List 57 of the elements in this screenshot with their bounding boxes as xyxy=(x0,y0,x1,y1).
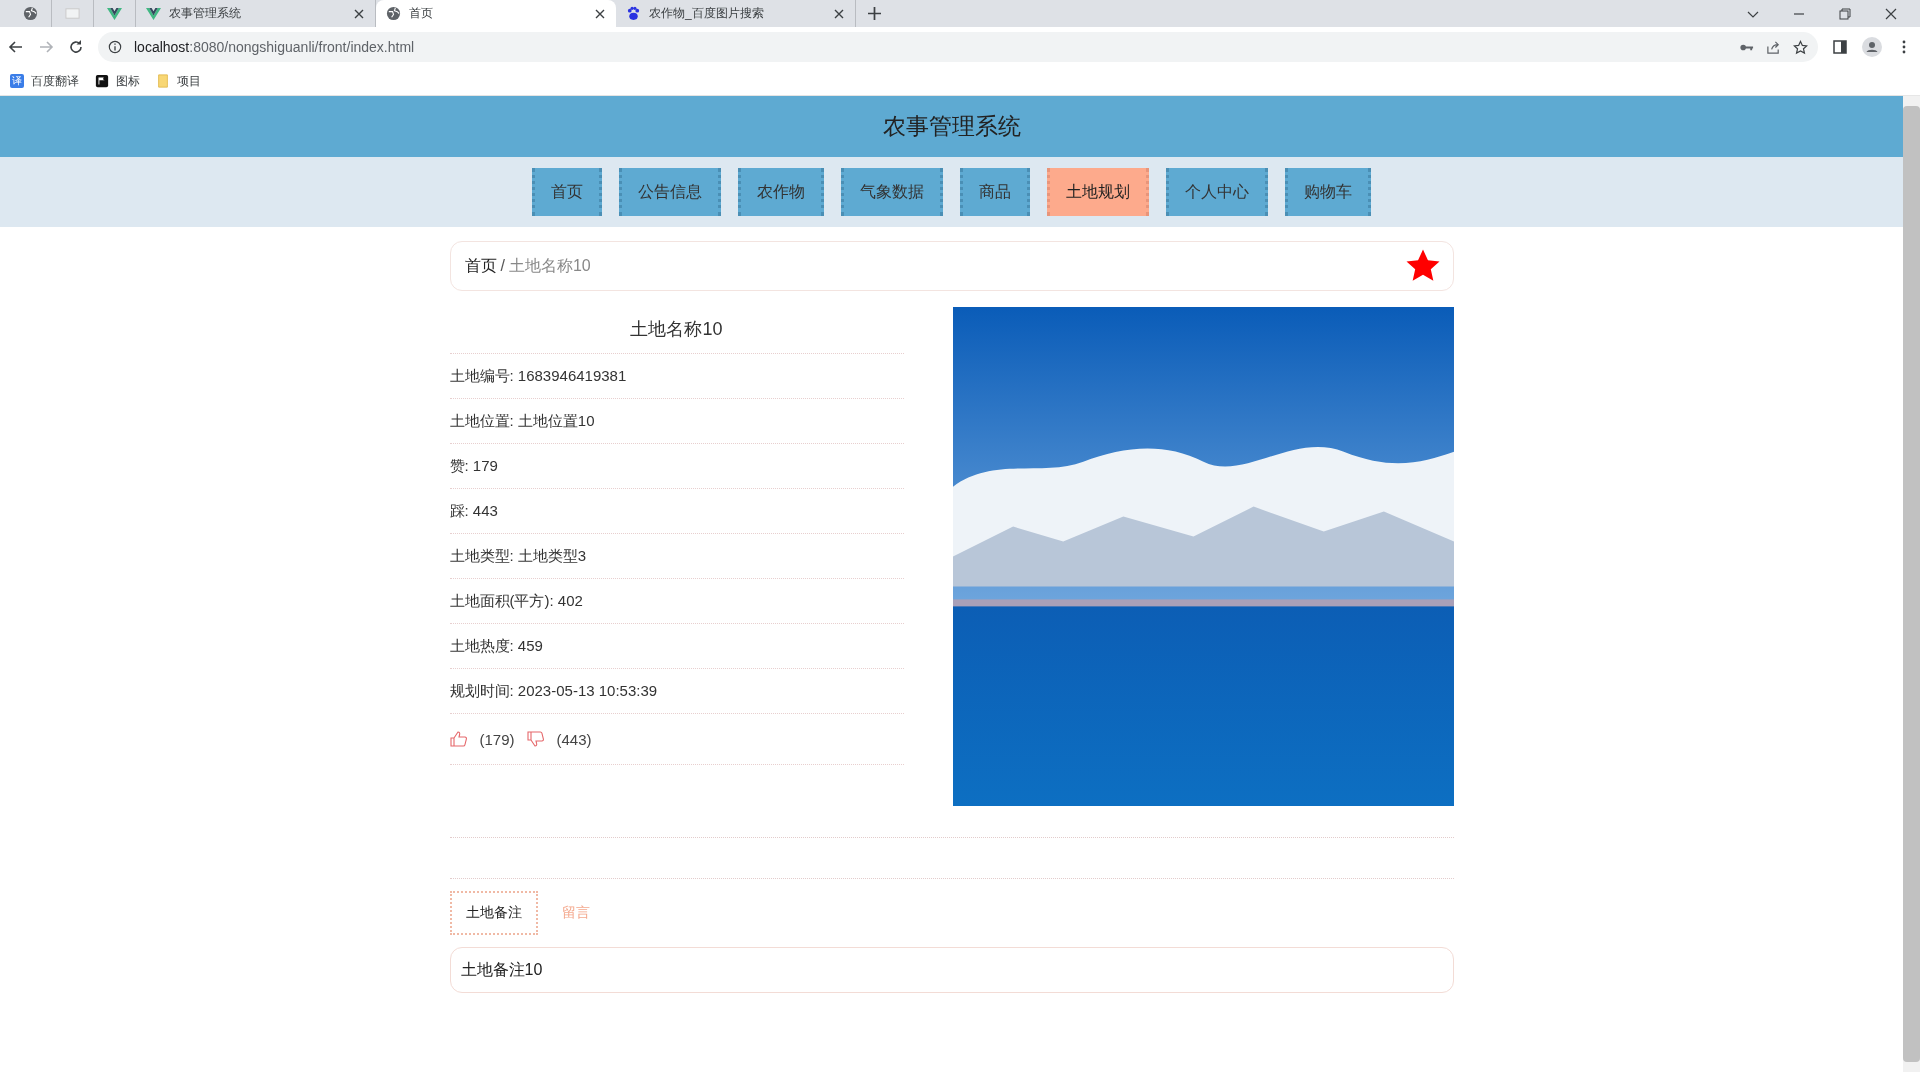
tab-title: 农事管理系统 xyxy=(169,5,242,22)
profile-icon[interactable] xyxy=(1862,37,1882,57)
dislike-count: (443) xyxy=(556,730,592,748)
address-bar[interactable]: localhost:8080/nongshiguanli/front/index.html xyxy=(98,32,1818,62)
detail-field: 土地热度: 459 xyxy=(449,636,543,656)
breadcrumb-current: 土地名称10 xyxy=(508,255,591,276)
nav-tab[interactable]: 农作物 xyxy=(738,168,824,216)
globe-icon xyxy=(23,6,38,21)
bookmark-item[interactable]: 译 百度翻译 xyxy=(10,72,79,90)
browser-tab[interactable]: 首页 xyxy=(376,0,616,27)
detail-field: 赞: 179 xyxy=(449,456,498,476)
reload-icon[interactable] xyxy=(68,39,84,55)
flag-icon xyxy=(95,74,109,88)
nav-tab[interactable]: 公告信息 xyxy=(619,168,721,216)
nav-tab[interactable]: 土地规划 xyxy=(1047,168,1149,216)
share-icon[interactable] xyxy=(1766,39,1781,55)
nav-tab[interactable]: 气象数据 xyxy=(841,168,943,216)
content-tab[interactable]: 土地备注 xyxy=(449,891,538,935)
translate-icon: 译 xyxy=(10,74,24,88)
breadcrumb-separator: / xyxy=(500,257,505,275)
thumbs-down-icon[interactable] xyxy=(526,731,545,747)
scrollbar[interactable] xyxy=(1903,96,1920,1072)
side-panel-icon[interactable] xyxy=(1832,39,1848,55)
close-icon[interactable] xyxy=(594,7,606,20)
bookmark-item[interactable]: 图标 xyxy=(95,72,140,90)
detail-field: 土地类型: 土地类型3 xyxy=(449,546,587,566)
folder-icon xyxy=(156,74,170,88)
detail-field: 土地位置: 土地位置10 xyxy=(449,411,595,431)
detail-field: 踩: 443 xyxy=(449,501,498,521)
site-title: 农事管理系统 xyxy=(882,112,1021,141)
like-count: (179) xyxy=(479,730,515,748)
bookmark-star-icon[interactable] xyxy=(1793,39,1808,55)
back-arrow-icon[interactable] xyxy=(8,39,24,55)
nav-tab[interactable]: 首页 xyxy=(532,168,602,216)
bookmark-item[interactable]: 项目 xyxy=(156,72,201,90)
close-icon[interactable] xyxy=(353,7,365,20)
detail-field: 土地面积(平方): 402 xyxy=(449,591,583,611)
breadcrumb-home-link[interactable]: 首页 xyxy=(464,255,497,277)
globe-icon xyxy=(386,6,401,21)
v-logo-icon xyxy=(107,6,122,21)
detail-field: 土地编号: 1683946419381 xyxy=(449,366,627,386)
detail-field: 规划时间: 2023-05-13 10:53:39 xyxy=(449,681,658,701)
close-icon[interactable] xyxy=(833,7,845,20)
v-logo-icon xyxy=(146,6,161,21)
nav-tab[interactable]: 商品 xyxy=(960,168,1030,216)
detail-title: 土地名称10 xyxy=(449,307,904,354)
thumbs-up-icon[interactable] xyxy=(449,731,468,747)
nav-tab[interactable]: 个人中心 xyxy=(1166,168,1268,216)
tab-title: 农作物_百度图片搜索 xyxy=(649,5,765,22)
url-text: localhost:8080/nongshiguanli/front/index.html xyxy=(134,39,415,55)
remark-text: 土地备注10 xyxy=(460,959,543,980)
page-icon xyxy=(65,6,80,21)
nav-tab[interactable]: 购物车 xyxy=(1285,168,1371,216)
new-tab-icon[interactable] xyxy=(868,7,881,20)
tab-title: 首页 xyxy=(409,5,434,22)
paw-icon xyxy=(626,6,641,21)
info-icon xyxy=(108,40,122,54)
